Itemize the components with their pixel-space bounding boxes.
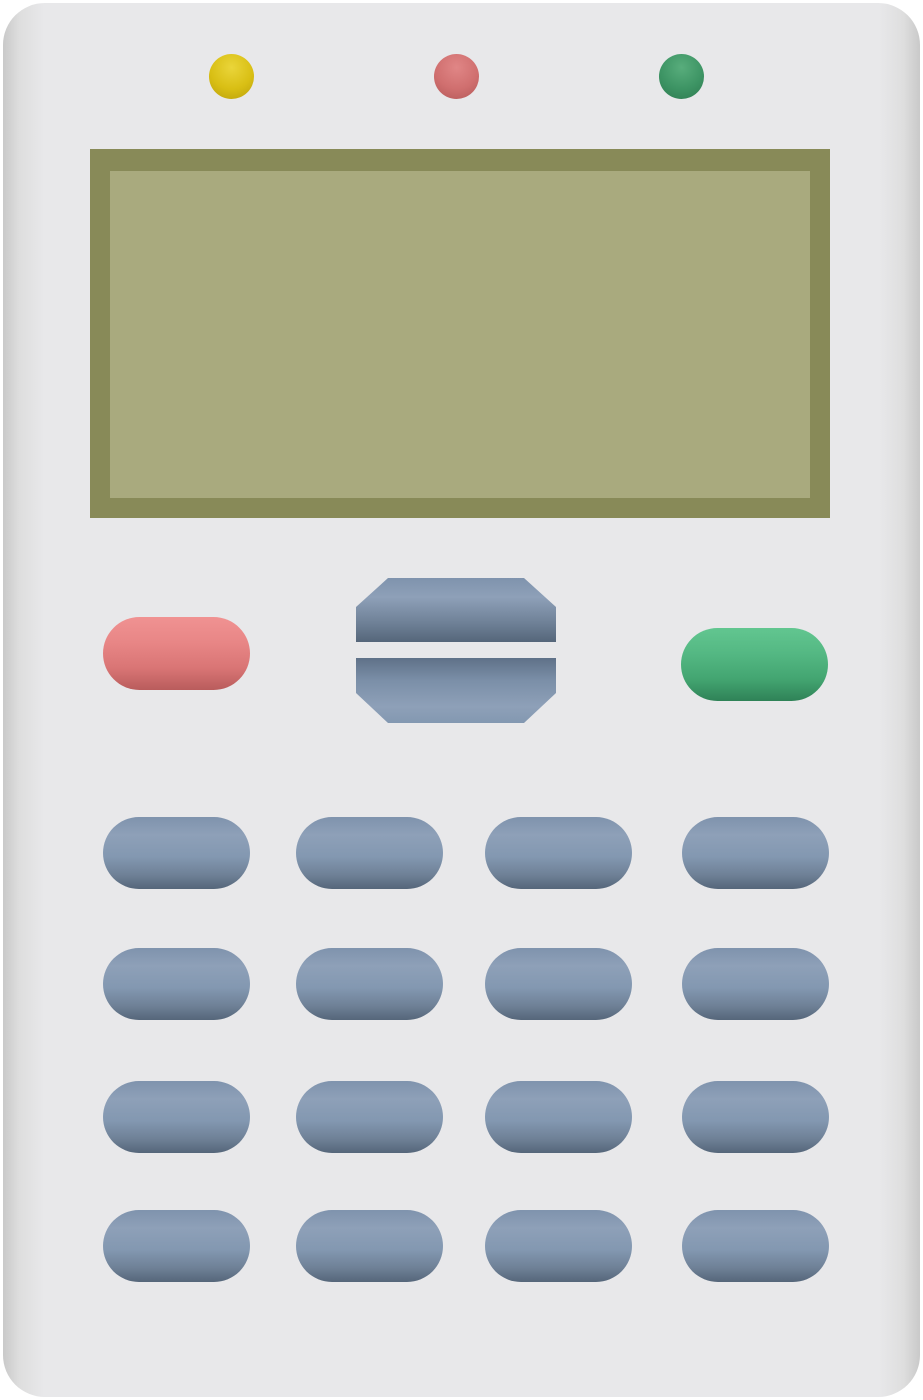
keypad-key-r2-c2[interactable] (296, 948, 443, 1020)
yellow-indicator-light (209, 54, 254, 99)
keypad-key-r4-c2[interactable] (296, 1210, 443, 1282)
keypad-key-r3-c1[interactable] (103, 1081, 250, 1153)
keypad-key-r2-c3[interactable] (485, 948, 632, 1020)
keypad-key-r1-c1[interactable] (103, 817, 250, 889)
keypad-key-r4-c4[interactable] (682, 1210, 829, 1282)
keypad-key-r1-c4[interactable] (682, 817, 829, 889)
keypad-key-r4-c1[interactable] (103, 1210, 250, 1282)
nav-rocker-key (356, 578, 556, 723)
nav-up-button[interactable] (356, 578, 556, 642)
left-soft-key-button[interactable] (103, 617, 250, 690)
keypad-key-r3-c3[interactable] (485, 1081, 632, 1153)
red-indicator-light (434, 54, 479, 99)
display-screen (110, 171, 810, 498)
keypad-key-r3-c4[interactable] (682, 1081, 829, 1153)
keypad-key-r4-c3[interactable] (485, 1210, 632, 1282)
right-soft-key-button[interactable] (681, 628, 828, 701)
keypad-key-r1-c2[interactable] (296, 817, 443, 889)
keypad-key-r2-c1[interactable] (103, 948, 250, 1020)
nav-down-button[interactable] (356, 658, 556, 723)
green-indicator-light (659, 54, 704, 99)
keypad-key-r1-c3[interactable] (485, 817, 632, 889)
keypad-key-r3-c2[interactable] (296, 1081, 443, 1153)
keypad-key-r2-c4[interactable] (682, 948, 829, 1020)
